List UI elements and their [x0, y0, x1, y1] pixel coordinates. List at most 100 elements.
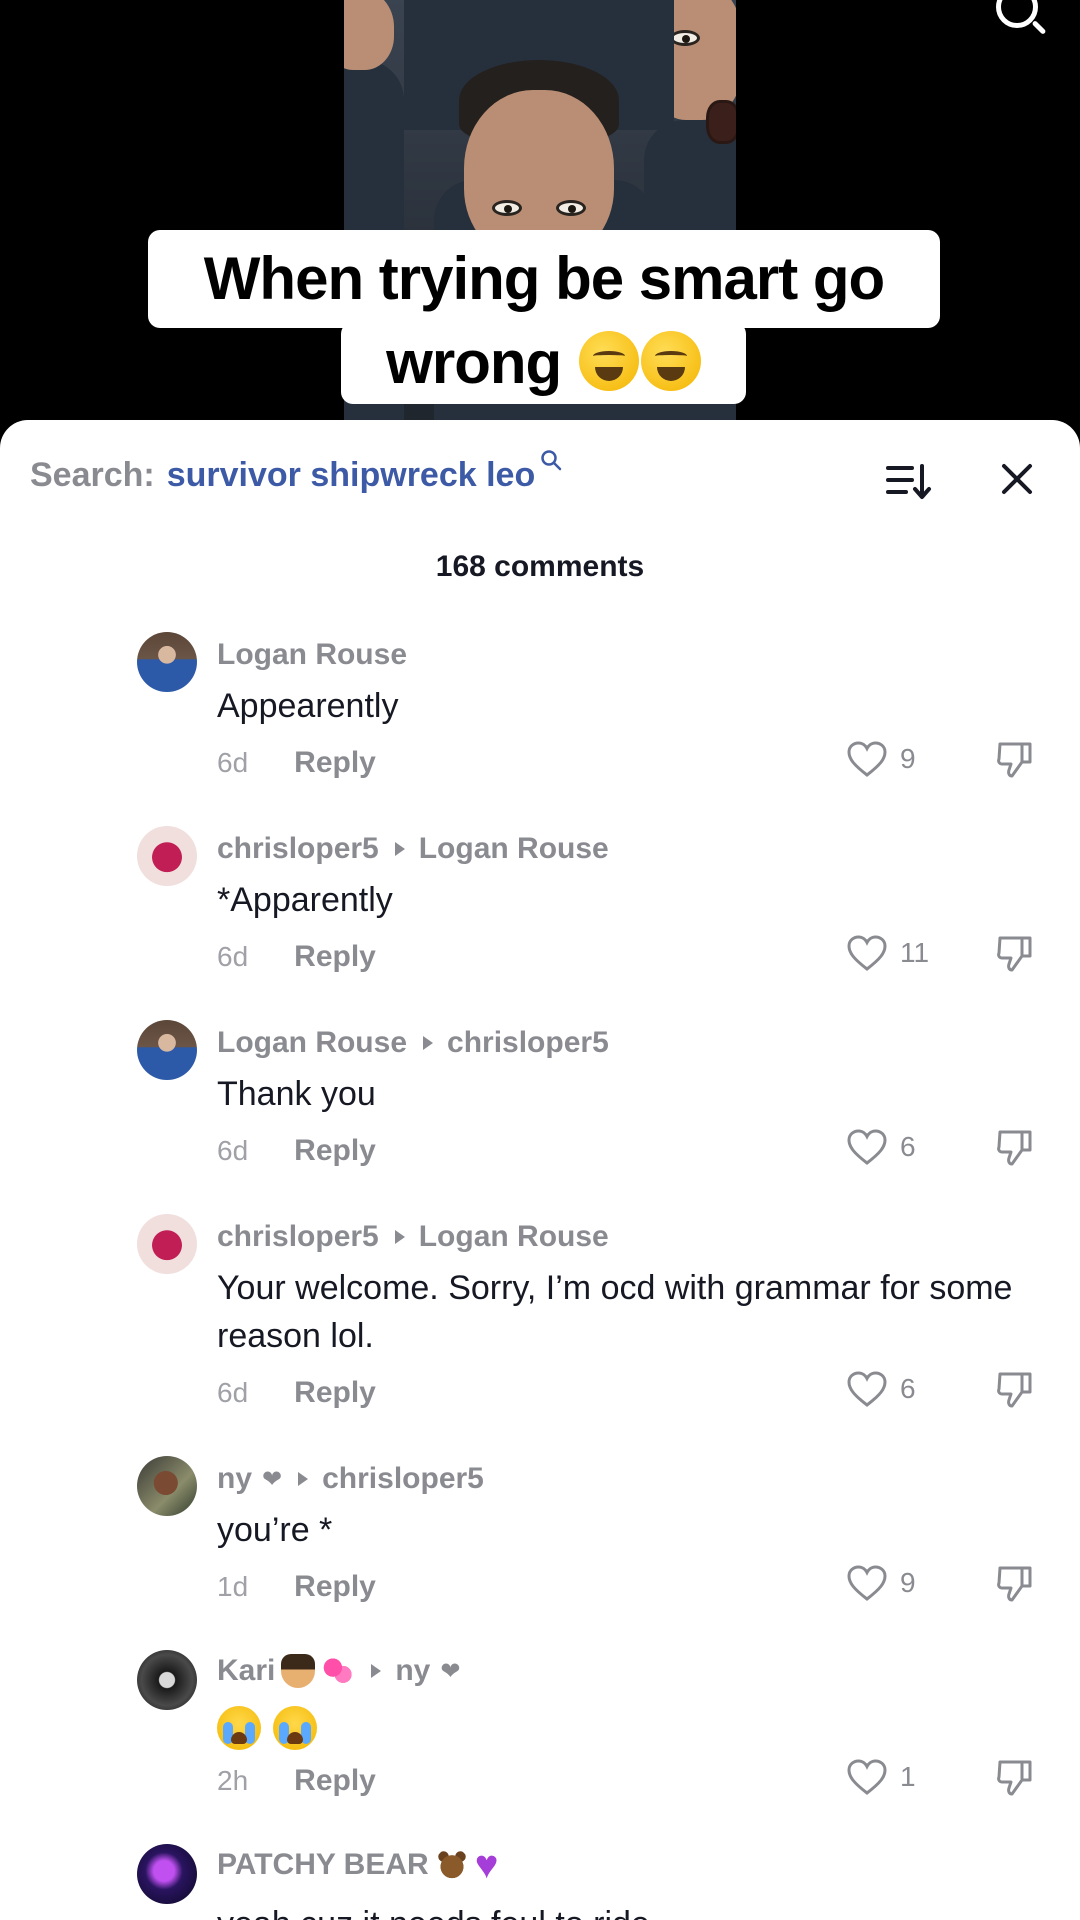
like-count: 1	[900, 1761, 916, 1792]
comment-text: Thank you	[217, 1075, 376, 1113]
thumbs-down-icon[interactable]	[994, 1368, 1036, 1410]
comment-username[interactable]: ny ❤ chrisloper5	[217, 1462, 484, 1496]
reply-to-username: Logan Rouse	[418, 1220, 609, 1253]
username-text: ny	[217, 1462, 253, 1495]
comment-age: 6d	[217, 1135, 249, 1166]
two-hearts-emoji	[321, 1654, 356, 1688]
reply-button[interactable]: Reply	[294, 1376, 376, 1410]
avatar[interactable]	[137, 1214, 197, 1274]
like-button[interactable]: 9	[846, 740, 916, 778]
heart-icon	[847, 741, 887, 777]
comment-username[interactable]: Logan Rouse chrisloper5	[217, 1026, 609, 1060]
comments-sheet: Search: survivor shipwreck leo 168 comme…	[0, 420, 1080, 1920]
video-caption-line-1: When trying be smart go	[148, 230, 940, 328]
reply-button[interactable]: Reply	[294, 1764, 376, 1798]
comment-count: 168 comments	[435, 550, 645, 583]
comment-username[interactable]: chrisloper5 Logan Rouse	[217, 1220, 609, 1254]
sort-icon[interactable]	[884, 460, 932, 504]
comment-username[interactable]: chrisloper5 Logan Rouse	[217, 832, 609, 866]
like-count: 6	[900, 1373, 916, 1404]
search-icon[interactable]	[996, 0, 1038, 28]
search-icon	[539, 448, 563, 479]
thumbs-down-icon[interactable]	[994, 1562, 1036, 1604]
comment-age: 6d	[217, 941, 249, 972]
username-text: chrisloper5	[217, 832, 379, 865]
avatar[interactable]	[137, 1650, 197, 1710]
avatar[interactable]	[137, 826, 197, 886]
heart-icon	[847, 1565, 887, 1601]
comment-age: 2h	[217, 1765, 249, 1796]
heart-icon	[847, 935, 887, 971]
like-button[interactable]: 6	[846, 1370, 916, 1408]
comment-meta: 6d Reply	[217, 1134, 376, 1168]
thumbs-down-icon[interactable]	[994, 932, 1036, 974]
search-prefix: Search:	[30, 456, 155, 494]
comment-username[interactable]: Kari ny ❤	[217, 1654, 460, 1688]
comment-meta: 6d Reply	[217, 1376, 376, 1410]
reply-button[interactable]: Reply	[294, 1134, 376, 1168]
reply-arrow-icon	[371, 1664, 382, 1678]
purple-heart-emoji: ♥	[474, 1843, 499, 1887]
heart-icon	[847, 1759, 887, 1795]
loudly-crying-face-emoji	[273, 1706, 317, 1751]
heart-emoji: ❤	[262, 1465, 283, 1493]
comment-text: *Apparently	[217, 881, 393, 919]
like-count: 9	[900, 1567, 916, 1598]
comment-meta: 2h Reply	[217, 1764, 376, 1798]
thumbs-down-icon[interactable]	[994, 1756, 1036, 1798]
avatar[interactable]	[137, 1456, 197, 1516]
username-text: Logan Rouse	[217, 1026, 408, 1059]
avatar[interactable]	[137, 1020, 197, 1080]
video-caption-text: wrong	[386, 329, 562, 396]
like-count: 9	[900, 743, 916, 774]
like-count: 11	[900, 937, 930, 968]
comment-text	[217, 1702, 1037, 1751]
reply-button[interactable]: Reply	[294, 746, 376, 780]
comment-meta: 6d Reply	[217, 746, 376, 780]
avatar[interactable]	[137, 1844, 197, 1904]
username-text: Logan Rouse	[217, 638, 408, 671]
username-text: chrisloper5	[217, 1220, 379, 1253]
comment-age: 6d	[217, 1377, 249, 1408]
like-button[interactable]: 6	[846, 1128, 916, 1166]
witch-emoji	[281, 1654, 316, 1688]
loudly-crying-face-emoji	[217, 1706, 261, 1751]
reply-to-username: chrisloper5	[322, 1462, 484, 1495]
close-icon[interactable]	[996, 458, 1038, 500]
comment-meta: 1d Reply	[217, 1570, 376, 1604]
reply-button[interactable]: Reply	[294, 940, 376, 974]
like-count: 6	[900, 1131, 916, 1162]
like-button[interactable]: 11	[846, 934, 929, 972]
heart-icon	[847, 1371, 887, 1407]
comment-age: 6d	[217, 747, 249, 778]
reply-arrow-icon	[423, 1036, 434, 1050]
like-button[interactable]: 9	[846, 1564, 916, 1602]
reply-button[interactable]: Reply	[294, 1570, 376, 1604]
heart-emoji: ❤	[440, 1657, 461, 1685]
thumbs-down-icon[interactable]	[994, 738, 1036, 780]
reply-arrow-icon	[394, 842, 405, 856]
search-query-link[interactable]: survivor shipwreck leo	[167, 456, 536, 495]
comment-text: you’re *	[217, 1511, 333, 1549]
reply-to-username: ny	[395, 1654, 431, 1687]
video-player[interactable]: When trying be smart go wrong	[0, 0, 1080, 430]
comment-age: 1d	[217, 1571, 249, 1602]
heart-icon	[847, 1129, 887, 1165]
video-caption-line-2: wrong	[341, 322, 746, 404]
like-button[interactable]: 1	[846, 1758, 916, 1796]
comment-text: Appearently	[217, 687, 399, 725]
username-text: PATCHY BEAR	[217, 1848, 429, 1881]
thumbs-down-icon[interactable]	[994, 1126, 1036, 1168]
avatar[interactable]	[137, 632, 197, 692]
reply-arrow-icon	[394, 1230, 405, 1244]
username-text: Kari	[217, 1654, 276, 1687]
reply-to-username: Logan Rouse	[418, 832, 609, 865]
comment-username[interactable]: PATCHY BEAR ♥	[217, 1843, 499, 1887]
comment-text: yeah cuz it needs feul to ride	[217, 1900, 1037, 1920]
face-with-tears-of-joy-emoji	[640, 331, 701, 391]
weary-face-emoji	[578, 331, 639, 391]
search-suggestion[interactable]: Search: survivor shipwreck leo	[30, 450, 563, 508]
reply-to-username: chrisloper5	[447, 1026, 609, 1059]
comment-username[interactable]: Logan Rouse	[217, 638, 407, 672]
comment-meta: 6d Reply	[217, 940, 376, 974]
